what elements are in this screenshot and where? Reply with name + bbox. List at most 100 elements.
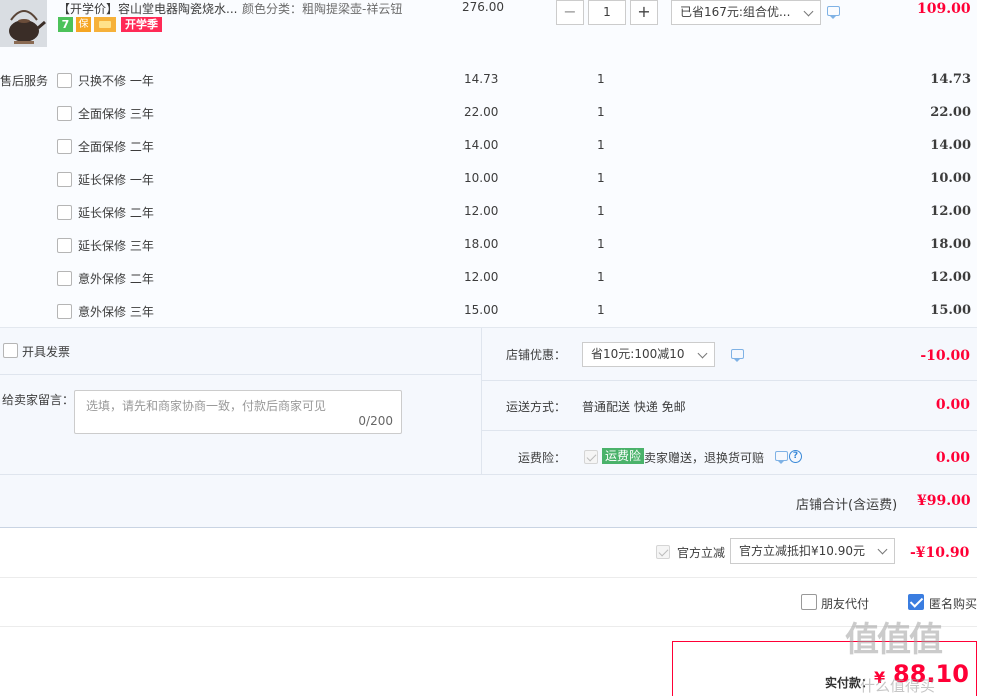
seller-message-input[interactable]: 选填，请先和商家协商一致，付款后商家可见 0/200	[74, 390, 402, 434]
product-title[interactable]: 【开学价】容山堂电器陶瓷烧水...	[58, 0, 237, 17]
shop-discount-amount: -10.00	[920, 348, 970, 364]
service-qty: 1	[597, 303, 605, 317]
service-checkbox[interactable]	[57, 205, 72, 220]
product-thumbnail[interactable]	[0, 0, 47, 47]
service-row: 全面保修 二年 14.00 1 14.00	[0, 138, 977, 158]
service-qty: 1	[597, 138, 605, 152]
service-row: 全面保修 三年 22.00 1 22.00	[0, 105, 977, 125]
product-promo-select[interactable]: 已省167元:组合优...	[671, 0, 821, 25]
service-qty: 1	[597, 237, 605, 251]
divider	[0, 626, 977, 627]
service-qty: 1	[597, 171, 605, 185]
service-checkbox[interactable]	[57, 106, 72, 121]
anonymous-label[interactable]: 匿名购买	[929, 595, 977, 612]
service-price: 15.00	[464, 303, 499, 317]
service-name: 延长保修 二年	[78, 206, 154, 220]
service-checkbox[interactable]	[57, 304, 72, 319]
chevron-down-icon	[877, 544, 888, 555]
qty-input[interactable]: 1	[588, 0, 626, 25]
service-subtotal: 12.00	[930, 204, 971, 219]
service-checkbox[interactable]	[57, 172, 72, 187]
service-subtotal: 15.00	[930, 303, 971, 318]
message-char-count: 0/200	[358, 414, 393, 428]
service-name: 延长保修 一年	[78, 173, 154, 187]
service-price: 14.73	[464, 72, 499, 86]
shop-total-label: 店铺合计(含运费)	[796, 498, 898, 513]
service-subtotal: 12.00	[930, 270, 971, 285]
shop-total-amount: ¥99.00	[917, 493, 971, 509]
school-season-badge: 开学季	[121, 17, 162, 32]
official-discount-value: 官方立减抵扣¥10.90元	[739, 544, 865, 558]
insurance-amount: 0.00	[935, 450, 970, 466]
shop-discount-label: 店铺优惠：	[505, 348, 566, 362]
watermark-text: 什么值得买	[860, 677, 936, 695]
service-subtotal: 18.00	[930, 237, 971, 252]
quantity-stepper: − 1 +	[556, 0, 658, 25]
insurance-label: 运费险：	[517, 451, 566, 465]
service-name: 只换不修 一年	[78, 74, 154, 88]
official-discount-checkbox	[656, 545, 670, 559]
service-name: 意外保修 二年	[78, 272, 154, 286]
service-name: 全面保修 三年	[78, 107, 154, 121]
chevron-down-icon	[803, 6, 814, 17]
watermark-logo: 值值值	[845, 620, 943, 660]
service-checkbox[interactable]	[57, 139, 72, 154]
divider	[482, 430, 977, 431]
official-discount-select[interactable]: 官方立减抵扣¥10.90元	[730, 538, 895, 564]
insurance-tag: 运费险	[602, 448, 645, 464]
chevron-down-icon	[697, 348, 708, 359]
service-subtotal: 14.73	[930, 72, 971, 87]
product-badges: 7 保 开学季	[58, 17, 162, 32]
service-row: 意外保修 三年 15.00 1 15.00	[0, 303, 977, 323]
invoice-label[interactable]: 开具发票	[22, 343, 70, 360]
message-label: 给卖家留言：	[2, 393, 75, 407]
friend-pay-checkbox[interactable]	[801, 594, 817, 610]
service-price: 12.00	[464, 270, 499, 284]
divider	[0, 527, 977, 528]
service-price: 12.00	[464, 204, 499, 218]
service-subtotal: 14.00	[930, 138, 971, 153]
service-qty: 1	[597, 72, 605, 86]
service-price: 10.00	[464, 171, 499, 185]
anonymous-checkbox[interactable]	[908, 594, 924, 610]
insurance-checkbox	[584, 450, 598, 464]
divider	[481, 328, 482, 474]
service-checkbox[interactable]	[57, 73, 72, 88]
message-placeholder: 选填，请先和商家协商一致，付款后商家可见	[86, 399, 327, 413]
product-price: 276.00	[462, 0, 504, 14]
product-subtotal: 109.00	[917, 1, 971, 17]
service-checkbox[interactable]	[57, 271, 72, 286]
service-row: 只换不修 一年 14.73 1 14.73	[0, 72, 977, 92]
official-discount-amount: -¥10.90	[910, 545, 970, 561]
service-subtotal: 22.00	[930, 105, 971, 120]
service-row: 延长保修 二年 12.00 1 12.00	[0, 204, 977, 224]
invoice-checkbox[interactable]	[3, 343, 18, 358]
service-subtotal: 10.00	[930, 171, 971, 186]
product-promo-value: 已省167元:组合优...	[680, 5, 791, 19]
chat-icon[interactable]	[775, 451, 788, 464]
chat-icon[interactable]	[827, 6, 840, 19]
product-sku: 颜色分类：粗陶提梁壶-祥云钮	[242, 2, 403, 16]
shipping-amount: 0.00	[935, 397, 970, 413]
guarantee-icon: 保	[76, 17, 91, 32]
divider	[0, 577, 977, 578]
service-qty: 1	[597, 204, 605, 218]
friend-pay-label[interactable]: 朋友代付	[821, 595, 869, 612]
qty-plus-button[interactable]: +	[630, 0, 658, 25]
service-name: 意外保修 三年	[78, 305, 154, 319]
seven-day-return-icon: 7	[58, 17, 73, 32]
service-price: 18.00	[464, 237, 499, 251]
service-price: 14.00	[464, 138, 499, 152]
insurance-text: 卖家赠送，退换货可赔	[644, 451, 765, 465]
service-checkbox[interactable]	[57, 238, 72, 253]
qty-minus-button[interactable]: −	[556, 0, 584, 25]
divider	[0, 474, 977, 475]
chat-icon[interactable]	[731, 349, 744, 362]
service-price: 22.00	[464, 105, 499, 119]
official-discount-label: 官方立减	[677, 546, 726, 560]
help-icon[interactable]: ?	[789, 450, 802, 463]
shop-discount-select[interactable]: 省10元:100减10	[582, 342, 715, 367]
shipping-label: 运送方式：	[505, 400, 566, 414]
service-qty: 1	[597, 105, 605, 119]
service-qty: 1	[597, 270, 605, 284]
